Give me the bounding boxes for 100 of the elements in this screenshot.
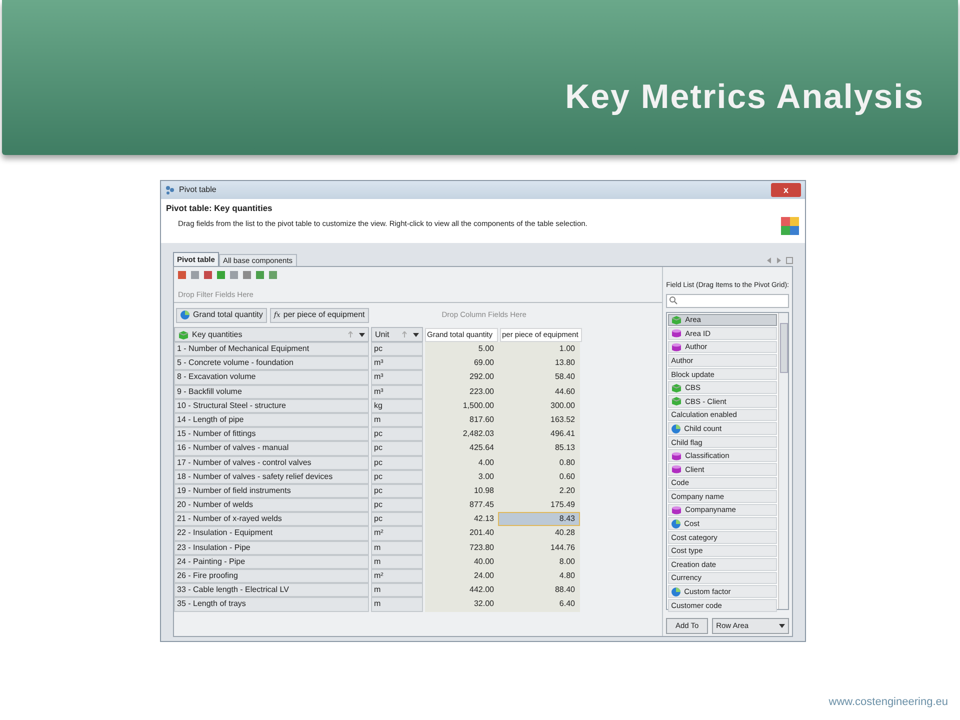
left-arrow-icon[interactable]: [766, 257, 772, 264]
unit-cell: pc: [371, 512, 423, 526]
row-label-cell: 23 - Insulation - Pipe: [174, 540, 369, 555]
right-arrow-icon[interactable]: [776, 257, 782, 264]
row-label-cell: 14 - Length of pipe: [174, 412, 369, 428]
field-label: Grand total quantity: [193, 309, 263, 321]
row-label-cell: 9 - Backfill volume: [174, 384, 369, 399]
header-label: Key quantities: [192, 328, 242, 340]
unit-cell: m: [371, 412, 423, 428]
table-cell: 723.80: [425, 540, 498, 555]
table-cell[interactable]: 1.00: [498, 342, 580, 356]
unit-cell: m: [371, 583, 423, 598]
table-cell: 10.98: [425, 484, 498, 498]
table-cell[interactable]: 163.52: [498, 412, 580, 428]
row-label-cell: 33 - Cable length - Electrical LV: [174, 583, 369, 598]
slide-title: Key Metrics Analysis: [565, 77, 924, 118]
cylinder-icon: [671, 342, 682, 352]
unit-cell: pc: [371, 470, 423, 484]
row-label-cell: 16 - Number of valves - manual: [174, 441, 369, 456]
table-cell: 32.00: [425, 597, 498, 612]
table-cell: 223.00: [425, 384, 498, 399]
table-cell[interactable]: 8.43: [498, 512, 580, 526]
row-header[interactable]: Key quantities: [174, 327, 369, 342]
table-cell[interactable]: 85.13: [498, 441, 580, 456]
table-cell: 4.00: [425, 456, 498, 470]
table-cell[interactable]: 40.28: [498, 526, 580, 541]
row-label-cell: 18 - Number of valves - safety relief devices: [174, 470, 369, 484]
cylinder-icon: [671, 464, 682, 474]
unit-cell: pc: [371, 484, 423, 498]
data-field[interactable]: Grand total quantity: [176, 308, 267, 322]
scrollbar[interactable]: [778, 312, 788, 608]
row-label-cell: 17 - Number of valves - control valves: [174, 456, 369, 470]
row-header[interactable]: Unit: [371, 327, 423, 342]
unit-cell: m: [371, 554, 423, 569]
unit-cell: m: [371, 597, 423, 612]
unit-cell: pc: [371, 498, 423, 512]
table-cell[interactable]: 44.60: [498, 384, 580, 399]
table-cell: 201.40: [425, 526, 498, 541]
table-cell[interactable]: 8.00: [498, 554, 580, 569]
list-icon[interactable]: [786, 257, 793, 264]
cube-icon: [671, 396, 682, 406]
cube-icon: [671, 382, 682, 393]
table-cell[interactable]: 13.80: [498, 356, 580, 370]
table-cell: 817.60: [425, 412, 498, 428]
pie-icon: [671, 518, 682, 529]
row-label-cell: 26 - Fire proofing: [174, 569, 369, 584]
dialog-heading: Pivot table: Key quantities: [166, 202, 274, 215]
table-cell[interactable]: 496.41: [498, 427, 580, 442]
table-cell: 292.00: [425, 370, 498, 385]
search-icon: [669, 296, 678, 305]
sort-arrow-icon: [402, 331, 407, 338]
dropdown-arrow-icon: [779, 624, 785, 628]
dropdown-arrow-icon[interactable]: [413, 332, 419, 336]
close-button[interactable]: x: [771, 183, 801, 197]
row-label-cell: 15 - Number of fittings: [174, 427, 369, 442]
search-field[interactable]: [666, 294, 789, 308]
table-cell: 442.00: [425, 583, 498, 598]
table-cell: 42.13: [425, 512, 498, 526]
table-cell[interactable]: 2.20: [498, 484, 580, 498]
unit-cell: m²: [371, 569, 423, 584]
unit-cell: m³: [371, 356, 423, 370]
table-cell[interactable]: 0.60: [498, 470, 580, 484]
header-label: Unit: [375, 328, 390, 340]
table-cell[interactable]: 88.40: [498, 583, 580, 598]
table-cell: 69.00: [425, 356, 498, 370]
row-label-cell: 1 - Number of Mechanical Equipment: [174, 342, 369, 356]
sort-arrow-icon: [348, 331, 353, 338]
row-label-cell: 24 - Painting - Pipe: [174, 554, 369, 569]
window-title: Pivot table: [179, 184, 216, 196]
table-cell: 1,500.00: [425, 398, 498, 413]
pie-icon: [180, 310, 190, 320]
table-cell[interactable]: 58.40: [498, 370, 580, 385]
table-cell[interactable]: 144.76: [498, 540, 580, 555]
row-label-cell: 5 - Concrete volume - foundation: [174, 356, 369, 370]
unit-cell: pc: [371, 342, 423, 356]
row-label-cell: 35 - Length of trays: [174, 597, 369, 612]
unit-cell: m: [371, 540, 423, 555]
field-label: per piece of equipment: [283, 309, 365, 321]
table-cell: 877.45: [425, 498, 498, 512]
table-cell[interactable]: 300.00: [498, 398, 580, 413]
row-label-cell: 19 - Number of field instruments: [174, 484, 369, 498]
table-cell: 425.64: [425, 441, 498, 456]
table-cell: 2,482.03: [425, 427, 498, 442]
dropdown-arrow-icon[interactable]: [359, 332, 365, 336]
unit-cell: m³: [371, 370, 423, 385]
row-label-cell: 8 - Excavation volume: [174, 370, 369, 385]
table-cell[interactable]: 0.80: [498, 456, 580, 470]
table-cell[interactable]: 175.49: [498, 498, 580, 512]
cylinder-icon: [671, 328, 682, 338]
pie-icon: [671, 586, 682, 597]
table-cell: 5.00: [425, 342, 498, 356]
unit-cell: m²: [371, 526, 423, 541]
table-cell: 24.00: [425, 569, 498, 584]
cylinder-icon: [671, 505, 682, 516]
table-cell[interactable]: 4.80: [498, 569, 580, 584]
row-label-cell: 22 - Insulation - Equipment: [174, 526, 369, 541]
table-cell[interactable]: 6.40: [498, 597, 580, 612]
cube-icon: [178, 330, 189, 340]
table-cell: 40.00: [425, 554, 498, 569]
pie-icon: [671, 424, 682, 434]
